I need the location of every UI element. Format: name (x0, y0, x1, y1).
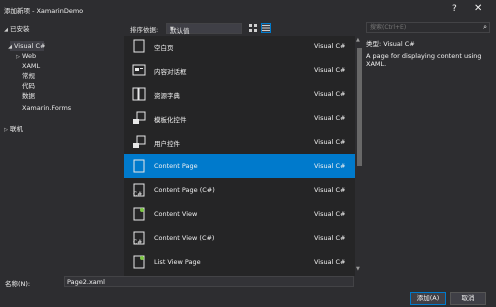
details-panel: 类型: Visual C# A page for displaying cont… (366, 38, 492, 68)
template-language: Visual C# (314, 186, 346, 194)
category-tree: ◢ 已安装 ◢ Visual C# ▷ Web XAML 常规 代码 数据 Xamar… (0, 20, 124, 275)
template-item[interactable]: List View Page Visual C# (124, 250, 355, 274)
window-title: 添加新项 - XamarinDemo (4, 7, 84, 15)
template-list-scrollbar[interactable]: ▲ ▼ (355, 36, 364, 276)
template-language: Visual C# (314, 258, 346, 266)
scroll-up-icon[interactable]: ▲ (356, 37, 360, 43)
tree-item-code[interactable]: 代码 (22, 81, 35, 91)
expanded-arrow-icon[interactable]: ◢ (2, 25, 10, 35)
template-item[interactable]: Content View Visual C# (124, 202, 355, 226)
template-language: Visual C# (314, 138, 346, 146)
tree-item-online[interactable]: ▷ 联机 (2, 124, 23, 134)
template-description: A page for displaying content using XAML… (366, 52, 482, 68)
title-bar: 添加新项 - XamarinDemo ? ✕ (0, 0, 496, 20)
collapsed-arrow-icon[interactable]: ▷ (2, 125, 10, 135)
content-page-cs-icon: C# (132, 183, 146, 198)
sort-toolbar: 排序依据: 默认值 ▼ (124, 20, 354, 36)
template-name: Content View (154, 210, 198, 218)
template-item[interactable]: 空白页 Visual C# (124, 36, 355, 58)
grid-view-icon (249, 24, 257, 32)
close-button[interactable]: ✕ (474, 3, 482, 14)
template-language: Visual C# (314, 66, 346, 74)
template-item[interactable]: C# Content View (C#) Visual C# (124, 226, 355, 250)
template-name: 空白页 (154, 44, 174, 52)
template-language: Visual C# (314, 90, 346, 98)
svg-text:C#: C# (133, 239, 142, 245)
cancel-button[interactable]: 取消 (450, 292, 486, 305)
template-name: List View Page (154, 258, 201, 266)
template-name: 资源字典 (154, 92, 180, 100)
template-item[interactable]: 内容对话框 Visual C# (124, 58, 355, 82)
content-view-cs-icon: C# (132, 231, 146, 246)
template-item[interactable]: 用户控件 Visual C# (124, 130, 355, 154)
list-view-button[interactable] (261, 23, 271, 33)
template-item[interactable]: 资源字典 Visual C# (124, 82, 355, 106)
template-name: 模板化控件 (154, 116, 187, 124)
content-dialog-icon (132, 63, 146, 77)
template-name: 内容对话框 (154, 68, 187, 76)
template-name: Content Page (C#) (154, 186, 215, 194)
svg-text:C#: C# (133, 191, 142, 197)
list-view-icon (262, 25, 270, 31)
name-label: 名称(N): (5, 280, 31, 288)
template-item[interactable]: C# Content Page (C#) Visual C# (124, 178, 355, 202)
expanded-arrow-icon[interactable]: ◢ (6, 42, 14, 52)
sort-dropdown[interactable]: 默认值 ▼ (166, 23, 242, 35)
search-box: ⌕ (366, 22, 490, 33)
scroll-down-icon[interactable]: ▼ (356, 266, 360, 272)
template-list: 空白页 Visual C# 内容对话框 Visual C# 资源字典 Visual C# 模… (124, 36, 355, 276)
blank-page-icon (132, 39, 146, 53)
grid-view-button[interactable] (248, 23, 258, 33)
template-name: Content View (C#) (154, 234, 215, 242)
collapsed-arrow-icon[interactable]: ▷ (14, 52, 22, 62)
template-language: Visual C# (314, 162, 346, 170)
tree-item-data[interactable]: 数据 (22, 91, 35, 101)
name-input[interactable] (64, 276, 354, 287)
template-name: Content Page (154, 162, 198, 170)
template-language: Visual C# (314, 42, 346, 50)
user-control-icon (132, 135, 146, 149)
search-icon[interactable]: ⌕ (483, 23, 487, 32)
help-button[interactable]: ? (452, 4, 457, 14)
content-view-icon (132, 207, 146, 221)
list-view-page-icon (132, 255, 146, 269)
template-language: Visual C# (314, 114, 346, 122)
tree-item-visual-cs[interactable]: ◢ Visual C# (6, 41, 45, 51)
content-page-icon (132, 159, 146, 173)
template-item[interactable]: Content Page Visual C# (124, 154, 355, 178)
tree-item-web[interactable]: ▷ Web (14, 51, 36, 61)
template-language: Visual C# (314, 234, 346, 242)
templated-control-icon (132, 111, 146, 125)
template-name: 用户控件 (154, 140, 180, 148)
tree-item-xaml[interactable]: XAML (22, 61, 40, 71)
template-type: 类型: Visual C# (366, 40, 415, 48)
tree-item-installed[interactable]: ◢ 已安装 (2, 24, 29, 35)
template-item[interactable]: 模板化控件 Visual C# (124, 106, 355, 130)
tree-item-general[interactable]: 常规 (22, 71, 35, 81)
resource-dictionary-icon (132, 87, 146, 101)
sort-label: 排序依据: (130, 26, 159, 34)
scrollbar-thumb[interactable] (357, 48, 362, 166)
tree-item-xamarin-forms[interactable]: Xamarin.Forms (22, 103, 71, 113)
add-button[interactable]: 添加(A) (410, 292, 446, 305)
search-input[interactable] (370, 23, 470, 32)
template-language: Visual C# (314, 210, 346, 218)
chevron-down-icon: ▼ (170, 26, 174, 32)
